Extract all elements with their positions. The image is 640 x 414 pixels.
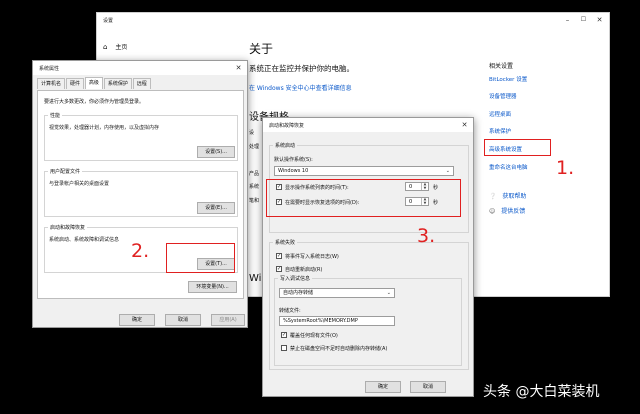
home-icon: ⌂ [103,43,108,51]
apply-button[interactable]: 应用(A) [211,314,245,326]
performance-desc: 视觉效果，处理器计划，内存使用，以及虚拟内存 [49,125,160,131]
watermark: 头条 @大白菜装机 [483,384,600,400]
write-debug-group: 写入调试信息 自动内存转储 ⌄ 转储文件: %SystemRoot%\MEMOR… [274,275,462,366]
startup-cancel-button[interactable]: 取消 [410,381,446,393]
dump-file-input[interactable]: %SystemRoot%\MEMORY.DMP [279,316,395,326]
environment-variables-button[interactable]: 环境变量(N)... [188,281,237,293]
system-failure-group: 系统失败 ✓ 将事件写入系统日志(W) ✓ 自动重新启动(R) 写入调试信息 自… [269,239,469,370]
feedback-icon: ☺ [489,208,496,215]
annotation-box-1 [484,139,551,156]
close-icon[interactable]: ✕ [233,63,244,73]
disable-auto-delete-checkbox[interactable] [281,345,287,351]
nav-home-label: 主页 [115,44,128,51]
help-icon: ❔ [489,193,497,200]
cancel-button[interactable]: 取消 [165,314,201,326]
remote-desktop-link[interactable]: 远程桌面 [489,110,511,118]
annotation-label-2: 2. [131,240,150,262]
write-debug-header: 写入调试信息 [278,275,313,282]
minimize-icon[interactable]: – [562,15,573,25]
startup-recovery-dialog: 启动和故障恢复 ✕ 系统启动 默认操作系统(S): Windows 10 ⌄ ✓… [262,117,474,397]
user-profiles-settings-button[interactable]: 设置(E)... [197,202,235,214]
specs-row: 设 [249,130,255,136]
user-profiles-desc: 与登录帐户相关的桌面设置 [49,181,110,187]
nav-home[interactable]: ⌂ 主页 [103,42,127,51]
maximize-icon[interactable]: ☐ [578,15,589,25]
debug-type-select[interactable]: 自动内存转储 ⌄ [279,288,395,298]
ok-button[interactable]: 确定 [119,314,155,326]
system-startup-header: 系统启动 [273,142,298,149]
tab-remote[interactable]: 远程 [132,78,151,89]
system-failure-header: 系统失败 [273,239,298,246]
specs-row: 笔和 [249,197,260,204]
bitlocker-link[interactable]: BitLocker 设置 [489,75,527,83]
debug-type-value: 自动内存转储 [283,290,314,296]
chevron-down-icon: ⌄ [386,290,391,296]
performance-header: 性能 [48,112,63,119]
tab-hardware[interactable]: 硬件 [65,78,84,89]
performance-group: 性能 视觉效果，处理器计划，内存使用，以及虚拟内存 设置(S)... [44,112,238,161]
get-help-link[interactable]: ❔ 获取帮助 [489,191,526,200]
windows-spec-heading: Wi [249,273,262,284]
user-profiles-group: 用户配置文件 与登录帐户相关的桌面设置 设置(E)... [44,168,238,217]
tab-advanced[interactable]: 高级 [84,77,103,89]
write-event-checkbox[interactable]: ✓ [276,253,282,259]
sysprop-tabs: 计算机名 硬件 高级 系统保护 远程 [37,77,151,90]
close-icon[interactable]: ✕ [594,15,605,25]
default-os-label: 默认操作系统(S): [274,157,313,163]
startup-title: 启动和故障恢复 [269,123,305,129]
default-os-value: Windows 10 [278,168,309,174]
tab-system-protection[interactable]: 系统保护 [103,78,132,89]
auto-restart-checkbox[interactable]: ✓ [276,266,282,272]
dump-file-label: 转储文件: [279,308,301,314]
page-title: 关于 [249,42,274,56]
specs-row: 处理 [249,143,260,150]
default-os-select[interactable]: Windows 10 ⌄ [274,166,454,176]
startup-recovery-header: 启动和故障恢复 [48,224,88,231]
write-event-label: 将事件写入系统日志(W) [285,254,339,260]
rename-pc-link[interactable]: 重命名这台电脑 [489,163,528,171]
specs-list: 设 处理 产品 系统 笔和 [249,127,259,209]
close-icon[interactable]: ✕ [459,120,470,130]
overwrite-checkbox[interactable]: ✓ [281,332,287,338]
annotation-box-3 [266,179,461,217]
auto-restart-label: 自动重新启动(R) [285,267,323,273]
tab-computer-name[interactable]: 计算机名 [37,78,66,89]
specs-row: 系统 [249,184,260,191]
startup-titlebar: 启动和故障恢复 ✕ [263,118,473,132]
annotation-label-3: 3. [417,225,436,247]
system-protection-link[interactable]: 系统保护 [489,127,511,135]
get-help-label: 获取帮助 [502,193,527,200]
annotation-label-1: 1. [556,157,575,179]
user-profiles-header: 用户配置文件 [48,168,83,175]
disable-auto-delete-label: 禁止在磁盘空间不足时自动删除内存转储(A) [290,346,388,352]
settings-titlebar: 设置 – ☐ ✕ [97,13,609,27]
overwrite-label: 覆盖任何现有文件(O) [290,333,338,339]
protect-text: 系统正在监控并保护你的电脑。 [249,64,354,73]
dump-file-value: %SystemRoot%\MEMORY.DMP [283,318,358,324]
feedback-label: 提供反馈 [501,208,526,215]
specs-row: 产品 [249,170,260,177]
performance-settings-button[interactable]: 设置(S)... [197,146,235,158]
admin-note: 要进行大多数更改，你必须作为管理员登录。 [44,99,145,105]
startup-ok-button[interactable]: 确定 [365,381,401,393]
security-center-link[interactable]: 在 Windows 安全中心中查看详细信息 [249,83,352,92]
sysprop-titlebar: 系统属性 ✕ [33,61,247,75]
chevron-down-icon: ⌄ [445,168,450,174]
device-manager-link[interactable]: 设备管理器 [489,92,517,100]
system-properties-dialog: 系统属性 ✕ 计算机名 硬件 高级 系统保护 远程 要进行大多数更改，你必须作为… [32,60,248,328]
startup-recovery-desc: 系统启动、系统故障和调试信息 [49,237,120,243]
annotation-box-2 [166,243,235,273]
feedback-link[interactable]: ☺ 提供反馈 [489,206,525,215]
sysprop-title: 系统属性 [39,66,60,72]
settings-window-title: 设置 [103,18,114,24]
related-settings-heading: 相关设置 [489,63,514,70]
specs-row [249,154,259,168]
